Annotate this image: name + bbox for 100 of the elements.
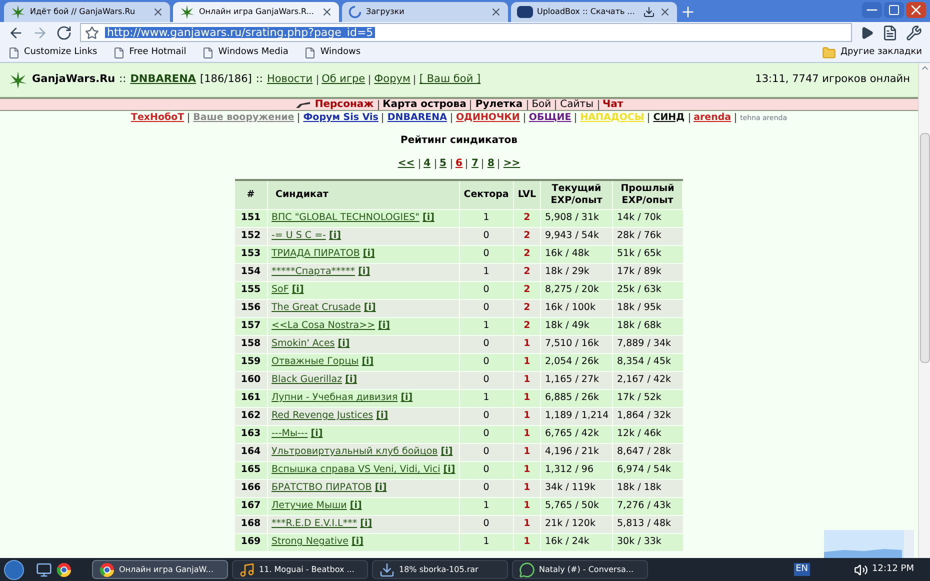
leaf-icon (10, 4, 26, 20)
close-icon[interactable] (906, 2, 926, 18)
page-link[interactable]: << (398, 156, 415, 171)
close-icon[interactable] (490, 6, 502, 18)
taskbar-button[interactable]: Nataly (#) - Conversa... (512, 560, 648, 579)
header-link[interactable]: [ Ваш бой ] (419, 72, 481, 88)
bookmark-link[interactable]: Windows Media (218, 46, 288, 60)
nav-link[interactable]: Рулетка (475, 97, 523, 112)
scrollbar[interactable] (918, 63, 930, 558)
maximize-icon[interactable] (884, 2, 904, 18)
syndicate-link[interactable]: Вспышка справа VS Veni, Vidi, Vici (272, 464, 440, 475)
star-icon[interactable] (85, 26, 99, 40)
info-link[interactable]: [i] (310, 428, 323, 439)
scroll-thumb[interactable] (920, 133, 930, 363)
nav-link[interactable]: Бой (532, 97, 552, 112)
info-link[interactable]: [i] (362, 248, 375, 259)
bookmark-link[interactable]: Customize Links (24, 46, 98, 60)
bookmark-link[interactable]: Free Hotmail (129, 46, 186, 60)
syndicate-link[interactable]: Ультровиртуальный клуб бойцов (272, 446, 438, 457)
nav-link[interactable]: Персонаж (314, 97, 374, 112)
taskbar-button[interactable]: 11. Moguai - Beatbox ... (232, 560, 368, 579)
syndicate-link[interactable]: Smokin' Aces (272, 338, 335, 349)
syndicate-link[interactable]: БРАТСТВО ПИРАТОВ (272, 482, 372, 493)
nav-link[interactable]: arenda (694, 110, 732, 126)
page-link[interactable]: 5 (440, 156, 447, 171)
syndicate-link[interactable]: ВПС "GLOBAL TECHNOLOGIES" (272, 212, 420, 223)
go-icon[interactable] (860, 26, 874, 40)
close-icon[interactable] (321, 6, 333, 18)
nav-link[interactable]: ОДИНОЧКИ (456, 110, 520, 126)
info-link[interactable]: [i] (378, 320, 390, 331)
nav-link[interactable]: DNBARENA (387, 110, 447, 126)
start-button[interactable] (4, 560, 24, 580)
taskbar-button[interactable]: Онлайн игра GanjaW... (92, 560, 228, 579)
info-link[interactable]: [i] (350, 500, 362, 511)
desktop-icon[interactable] (36, 562, 52, 578)
browser-tab[interactable]: UploadBox :: Скачать ... (511, 2, 677, 22)
reload-icon[interactable] (56, 24, 72, 40)
info-link[interactable]: [i] (292, 284, 304, 295)
syndicate-link[interactable]: Black Guerillaz (272, 374, 342, 385)
bookmark-link[interactable]: Windows (320, 46, 361, 60)
address-bar[interactable]: http://www.ganjawars.ru/srating.php?page_id=5 (80, 23, 852, 42)
page-link[interactable]: >> (503, 156, 520, 171)
info-link[interactable]: [i] (374, 482, 387, 493)
info-link[interactable]: [i] (345, 374, 358, 385)
page-menu-icon[interactable] (882, 24, 898, 40)
arena-link[interactable]: DNBARENA (130, 72, 196, 88)
page-link[interactable]: 4 (424, 156, 431, 171)
page-link[interactable]: 6 (456, 156, 462, 171)
info-link[interactable]: [i] (358, 266, 370, 277)
page-link[interactable]: 7 (471, 156, 478, 171)
info-link[interactable]: [i] (376, 410, 388, 421)
close-icon[interactable] (659, 6, 671, 18)
info-link[interactable]: [i] (360, 518, 372, 529)
info-link[interactable]: [i] (362, 356, 374, 367)
info-link[interactable]: [i] (352, 536, 364, 548)
settings-icon[interactable] (906, 24, 922, 40)
syndicate-link[interactable]: The Great Crusade (272, 302, 361, 313)
new-tab-icon[interactable] (680, 4, 696, 20)
header-link[interactable]: Новости (266, 72, 313, 88)
syndicate-link[interactable]: ---Мы--- (272, 428, 308, 439)
nav-link[interactable]: ТехНобоТ (130, 110, 184, 126)
syndicate-link[interactable]: Strong Negative (272, 536, 348, 548)
info-link[interactable]: [i] (364, 302, 376, 313)
header-link[interactable]: Форум (374, 72, 410, 88)
music-icon (239, 562, 255, 578)
nav-link[interactable]: ОБЩИЕ (528, 110, 572, 126)
close-icon[interactable] (152, 6, 164, 18)
nav-link[interactable]: Сайты (560, 97, 594, 112)
back-icon[interactable] (8, 24, 24, 40)
header-link[interactable]: Об игре (322, 72, 366, 88)
syndicate-link[interactable]: Отважные Горцы (272, 356, 359, 367)
bookmark-link[interactable]: Другие закладки (840, 46, 922, 60)
syndicate-link[interactable]: Лупни - Учебная дивизия (272, 392, 398, 403)
browser-tab[interactable]: Идёт бой // GanjaWars.Ru (4, 2, 170, 22)
info-link[interactable]: [i] (338, 338, 350, 349)
info-link[interactable]: [i] (422, 212, 434, 223)
syndicate-link[interactable]: Летучие Мыши (272, 500, 347, 511)
info-link[interactable]: [i] (329, 230, 341, 241)
nav-link[interactable]: Карта острова (382, 97, 466, 112)
page-link[interactable]: 8 (487, 156, 494, 171)
minimize-icon[interactable] (862, 2, 882, 18)
site-name: GanjaWars.Ru (32, 72, 116, 88)
syndicate-link[interactable]: Red Revenge Justices (272, 410, 374, 421)
syndicate-link[interactable]: ТРИАДА ПИРАТОВ (272, 248, 360, 259)
nav-link[interactable]: Форум Sis Vis (303, 110, 378, 126)
nav-link[interactable]: СИНД (653, 110, 685, 126)
syndicate-link[interactable]: ***R.E.D E.V.I.L*** (272, 518, 358, 529)
volume-icon[interactable] (854, 562, 868, 576)
info-link[interactable]: [i] (440, 446, 453, 457)
syndicate-link[interactable]: *****Спарта***** (272, 266, 356, 277)
info-link[interactable]: [i] (400, 392, 413, 403)
syndicate-link[interactable]: -= U S C =- (272, 230, 326, 241)
syndicate-link[interactable]: SoF (272, 284, 289, 295)
info-link[interactable]: [i] (443, 464, 456, 475)
language-indicator[interactable]: EN (794, 562, 810, 576)
browser-tab[interactable]: Загрузки (342, 2, 508, 22)
browser-tab[interactable]: Онлайн игра GanjaWars.R... (173, 2, 339, 22)
taskbar-button[interactable]: 18% sborka-105.rar (372, 560, 508, 579)
nav-link[interactable]: Чат (602, 97, 624, 112)
syndicate-link[interactable]: <<La Cosa Nostra>> (272, 320, 376, 331)
